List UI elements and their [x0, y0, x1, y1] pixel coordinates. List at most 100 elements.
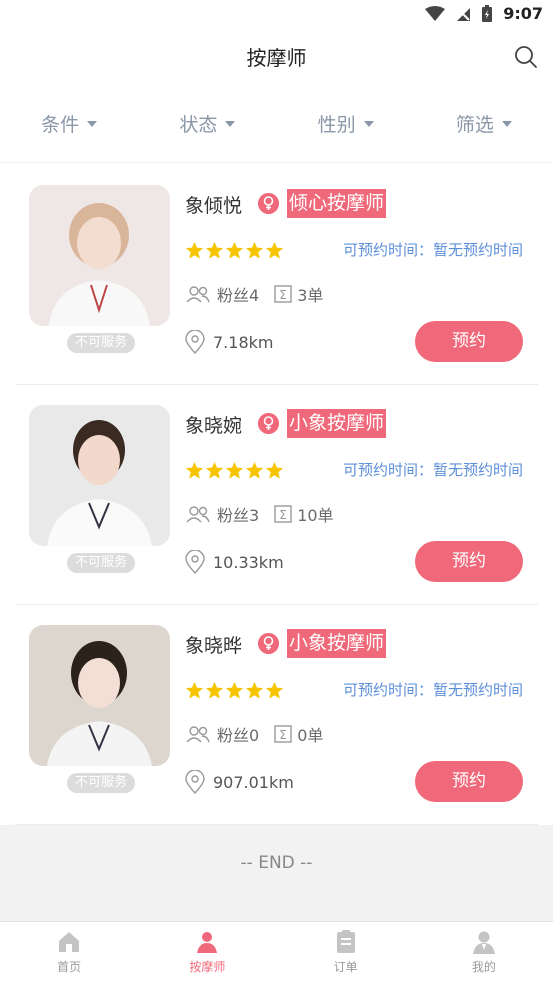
filter-status[interactable]: 状态	[138, 85, 276, 162]
book-button[interactable]: 预约	[415, 541, 523, 582]
filter-screen[interactable]: 筛选	[415, 85, 553, 162]
caret-down-icon	[87, 120, 98, 127]
filter-condition[interactable]: 条件	[0, 85, 138, 162]
therapist-card[interactable]: 不可服务 象晓晔 小象按摩师 可预约时间：暂无预约时间 粉丝0 Σ 0单 907…	[15, 605, 538, 825]
page-title: 按摩师	[246, 46, 307, 70]
clock: 9:07	[503, 4, 543, 23]
star-icon	[185, 241, 204, 259]
svg-text:Σ: Σ	[279, 288, 287, 302]
star-icon	[245, 461, 264, 479]
avatar-photo	[29, 405, 170, 546]
distance: 907.01km	[185, 770, 294, 794]
book-button[interactable]: 预约	[415, 321, 523, 362]
shop-badge: 小象按摩师	[287, 409, 387, 438]
battery-icon	[482, 4, 493, 22]
avatar[interactable]	[29, 185, 170, 326]
star-icon	[185, 681, 204, 699]
fans-count: 粉丝0	[217, 726, 260, 745]
svg-text:Σ: Σ	[279, 508, 287, 522]
order-icon	[336, 930, 355, 953]
therapist-name: 象倾悦	[185, 195, 243, 217]
star-icon	[225, 241, 244, 259]
avatar[interactable]	[29, 405, 170, 546]
filter-label: 状态	[179, 114, 218, 136]
female-icon	[258, 413, 279, 434]
bottom-nav: 首页 按摩师 订单 我的	[0, 921, 553, 983]
profile-icon	[472, 931, 495, 954]
distance-value: 7.18km	[213, 332, 274, 352]
search-icon[interactable]	[513, 44, 539, 70]
status-bar: 9:07	[0, 0, 553, 30]
fans-count: 粉丝3	[217, 506, 260, 525]
location-pin-icon	[185, 330, 205, 354]
therapist-card[interactable]: 不可服务 象倾悦 倾心按摩师 可预约时间：暂无预约时间 粉丝4 Σ 3单 7.1…	[15, 165, 538, 385]
therapist-meta: 粉丝4 Σ 3单	[185, 282, 323, 306]
filter-gender[interactable]: 性别	[277, 85, 415, 162]
rating-stars	[185, 461, 284, 480]
svg-text:Σ: Σ	[279, 728, 287, 742]
nav-profile[interactable]: 我的	[415, 922, 553, 983]
fans-icon	[186, 506, 210, 523]
distance-value: 10.33km	[213, 552, 284, 572]
nav-label: 订单	[333, 960, 358, 974]
caret-down-icon	[363, 120, 374, 127]
therapist-name: 象晓晔	[185, 635, 243, 657]
avatar[interactable]	[29, 625, 170, 766]
book-button[interactable]: 预约	[415, 761, 523, 802]
location-pin-icon	[185, 770, 205, 794]
fans-icon	[186, 286, 210, 303]
status-badge: 不可服务	[67, 553, 135, 573]
star-icon	[245, 241, 264, 259]
avatar-photo	[29, 185, 170, 326]
female-icon	[258, 633, 279, 654]
filter-bar: 条件 状态 性别 筛选	[0, 85, 553, 163]
filter-label: 性别	[317, 114, 356, 136]
fans-count: 粉丝4	[217, 286, 260, 305]
distance: 7.18km	[185, 330, 273, 354]
available-time: 可预约时间：暂无预约时间	[342, 681, 523, 699]
available-time: 可预约时间：暂无预约时间	[342, 461, 523, 479]
caret-down-icon	[501, 120, 512, 127]
therapist-icon	[197, 932, 218, 953]
shop-badge: 倾心按摩师	[287, 189, 387, 218]
therapist-name: 象晓婉	[185, 415, 243, 437]
orders-count: 3单	[297, 286, 324, 305]
distance: 10.33km	[185, 550, 284, 574]
orders-icon: Σ	[274, 725, 292, 743]
star-icon	[245, 681, 264, 699]
available-time: 可预约时间：暂无预约时间	[342, 241, 523, 259]
location-pin-icon	[185, 550, 205, 574]
filter-label: 筛选	[455, 114, 494, 136]
no-signal-icon	[456, 6, 471, 21]
home-icon	[59, 932, 80, 952]
nav-label: 按摩师	[189, 960, 226, 974]
nav-label: 我的	[471, 960, 496, 974]
distance-value: 907.01km	[213, 772, 294, 792]
caret-down-icon	[225, 120, 236, 127]
nav-orders[interactable]: 订单	[277, 922, 415, 983]
therapist-list: 不可服务 象倾悦 倾心按摩师 可预约时间：暂无预约时间 粉丝4 Σ 3单 7.1…	[0, 165, 553, 825]
avatar-photo	[29, 625, 170, 766]
nav-home[interactable]: 首页	[0, 922, 138, 983]
therapist-meta: 粉丝3 Σ 10单	[185, 502, 334, 526]
therapist-card[interactable]: 不可服务 象晓婉 小象按摩师 可预约时间：暂无预约时间 粉丝3 Σ 10单 10…	[15, 385, 538, 605]
shop-badge: 小象按摩师	[287, 629, 387, 658]
list-end: -- END --	[0, 825, 553, 921]
therapist-meta: 粉丝0 Σ 0单	[185, 722, 323, 746]
fans-icon	[186, 726, 210, 743]
status-icons: 9:07	[425, 4, 543, 23]
star-icon	[205, 681, 224, 699]
star-icon	[225, 461, 244, 479]
star-icon	[265, 681, 284, 699]
rating-stars	[185, 681, 284, 700]
star-icon	[265, 241, 284, 259]
status-badge: 不可服务	[67, 333, 135, 353]
status-badge: 不可服务	[67, 773, 135, 793]
nav-therapist[interactable]: 按摩师	[138, 922, 276, 983]
orders-icon: Σ	[274, 505, 292, 523]
star-icon	[205, 241, 224, 259]
star-icon	[265, 461, 284, 479]
orders-count: 10单	[297, 506, 334, 525]
orders-count: 0单	[297, 726, 324, 745]
rating-stars	[185, 241, 284, 260]
